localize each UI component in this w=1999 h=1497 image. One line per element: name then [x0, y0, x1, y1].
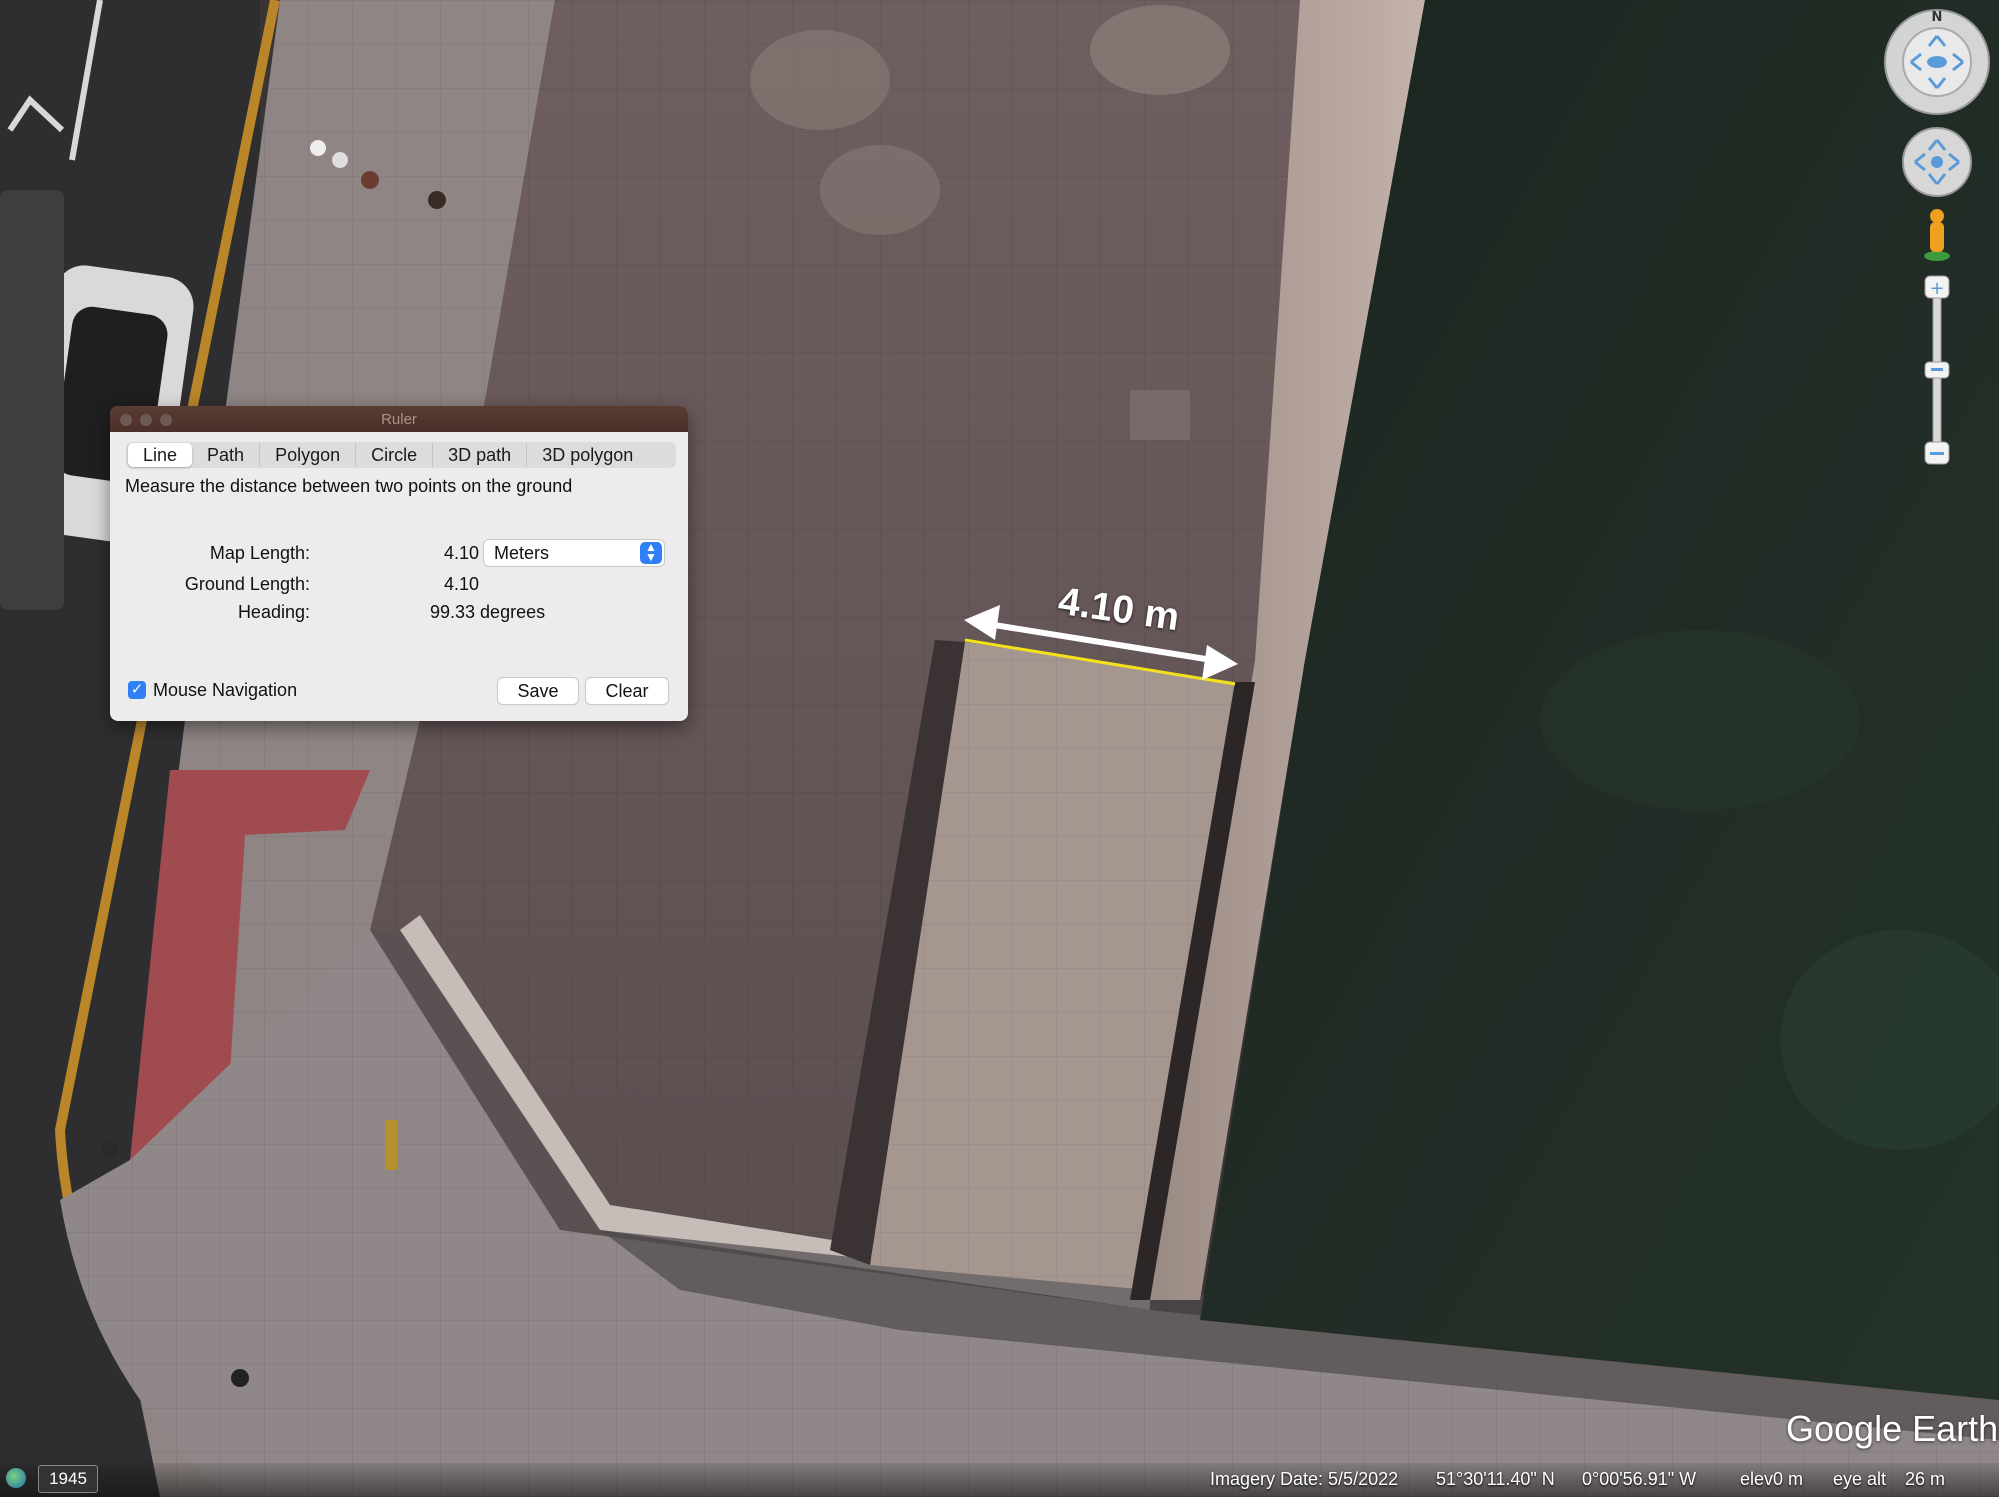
- bollard-yellow: [385, 1120, 397, 1170]
- longitude-readout: 0°00'56.91" W: [1582, 1469, 1697, 1489]
- elevation-value: 0 m: [1773, 1469, 1804, 1489]
- tab-polygon[interactable]: Polygon: [260, 443, 357, 467]
- pedestrian: [310, 140, 326, 156]
- ground-length-label: Ground Length:: [184, 574, 310, 594]
- parked-object: [0, 190, 64, 610]
- move-joystick-icon[interactable]: [1902, 127, 1972, 197]
- map-length-value: 4.10: [444, 543, 480, 563]
- historical-year-badge[interactable]: 1945: [38, 1465, 98, 1493]
- ruler-tabs: Line Path Polygon Circle 3D path 3D poly…: [126, 442, 676, 468]
- imagery-date: Imagery Date: 5/5/2022: [1210, 1469, 1399, 1489]
- heading-value: 99.33 degrees: [430, 602, 546, 622]
- select-arrows-icon: ▲ ▼: [640, 541, 662, 564]
- clear-button[interactable]: Clear: [586, 678, 668, 704]
- latitude-readout: 51°30'11.40" N: [1436, 1469, 1555, 1489]
- ruler-title: Ruler: [381, 411, 417, 428]
- pedestrian: [101, 1141, 119, 1159]
- google-earth-logo: Google Earth: [1786, 1408, 1999, 1449]
- compass-north-letter: N: [1932, 10, 1943, 25]
- pedestrian: [361, 171, 379, 189]
- zoom-in-icon: +: [1929, 278, 1944, 299]
- tab-3d-polygon[interactable]: 3D polygon: [527, 443, 648, 467]
- pedestrian: [428, 191, 446, 209]
- checkbox-check-icon: ✓: [130, 681, 144, 698]
- look-compass-icon[interactable]: [1884, 9, 1990, 115]
- heading-label: Heading:: [237, 602, 310, 622]
- status-bar: [0, 1463, 1999, 1497]
- light-patch: [1130, 390, 1190, 440]
- globe-icon[interactable]: [6, 1468, 26, 1488]
- tab-3d-path[interactable]: 3D path: [433, 443, 528, 467]
- light-patch: [820, 145, 940, 235]
- ground-length-value: 4.10: [444, 574, 480, 594]
- water-sheen: [1540, 630, 1860, 810]
- ruler-titlebar[interactable]: Ruler: [110, 406, 688, 432]
- light-patch: [750, 30, 890, 130]
- elevation-label: elev: [1740, 1469, 1774, 1489]
- pedestrian: [231, 1369, 249, 1387]
- zoom-out-icon: [1930, 452, 1944, 455]
- tab-line[interactable]: Line: [128, 443, 193, 467]
- light-patch: [1090, 5, 1230, 95]
- save-button[interactable]: Save: [498, 678, 578, 704]
- ruler-description: Measure the distance between two points …: [125, 476, 573, 496]
- ruler-dialog: Ruler Line Path Polygon Circle 3D path 3…: [110, 406, 688, 721]
- tab-path[interactable]: Path: [192, 443, 261, 467]
- mouse-navigation-checkbox[interactable]: ✓: [128, 681, 146, 699]
- units-select-value: Meters: [494, 543, 550, 563]
- map-length-label: Map Length:: [209, 543, 310, 563]
- mouse-navigation-label: Mouse Navigation: [153, 680, 298, 700]
- eye-alt-label: eye alt: [1833, 1469, 1887, 1489]
- pedestrian: [332, 152, 348, 168]
- eye-alt-value: 26 m: [1905, 1469, 1946, 1489]
- satellite-map-view[interactable]: + N: [0, 0, 1999, 1497]
- tab-circle[interactable]: Circle: [356, 443, 434, 467]
- units-select[interactable]: Meters ▲ ▼: [484, 540, 664, 566]
